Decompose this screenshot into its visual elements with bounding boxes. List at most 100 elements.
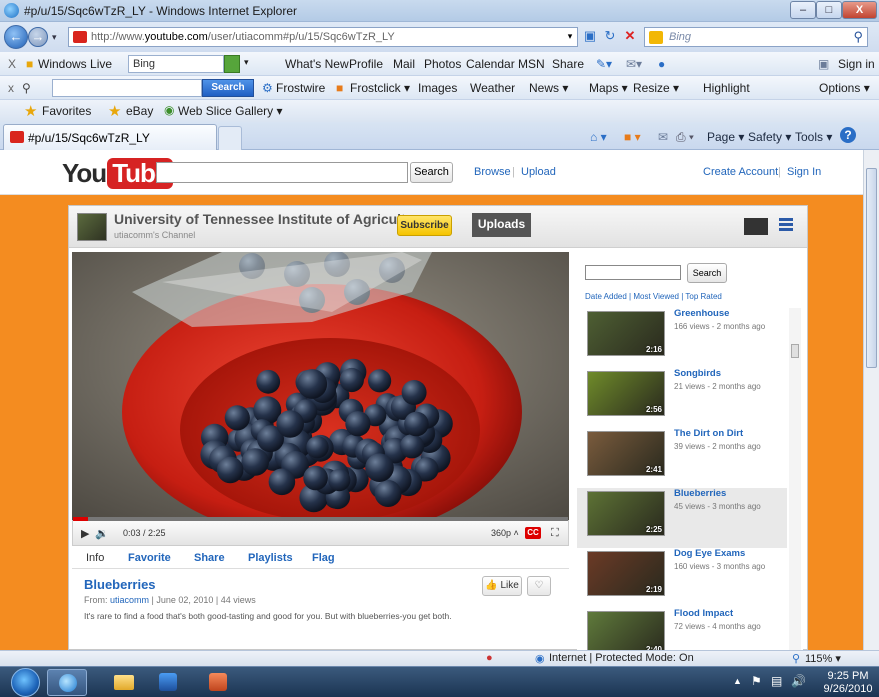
add-favorite-icon[interactable]: ★ <box>108 102 121 120</box>
upload-title[interactable]: Greenhouse <box>674 308 729 319</box>
toolbar2-search-input[interactable] <box>52 79 202 97</box>
page-scroll-thumb[interactable] <box>866 168 877 368</box>
upload-list-item[interactable]: 2:41 The Dirt on Dirt 39 views - 2 months … <box>577 428 787 488</box>
upload-list-item[interactable]: 2:56 Songbirds 21 views - 2 months ago <box>577 368 787 428</box>
author-link[interactable]: utiacomm <box>110 595 149 605</box>
channel-search-button[interactable]: Search <box>687 263 727 283</box>
upload-title[interactable]: Blueberries <box>674 488 726 499</box>
start-button[interactable] <box>11 668 40 697</box>
feeds-icon[interactable]: ■ ▾ <box>624 130 641 144</box>
browse-link[interactable]: Browse <box>474 166 511 178</box>
toolbar2-news[interactable]: News ▾ <box>529 81 568 95</box>
video-thumbnail[interactable]: 2:19 <box>587 551 665 596</box>
channel-title[interactable]: University of Tennessee Institute of Agr… <box>114 211 428 227</box>
live-sign-in-link[interactable]: Sign in <box>838 57 875 71</box>
create-account-link[interactable]: Create Account <box>703 166 778 178</box>
video-frame-blueberries[interactable] <box>72 252 569 520</box>
live-search-input[interactable]: Bing <box>128 55 224 73</box>
tab-favorite[interactable]: Favorite <box>128 552 171 564</box>
toolbar2-search-button[interactable]: Search <box>202 79 254 97</box>
clock-time[interactable]: 9:25 PM <box>821 670 875 682</box>
tools-menu[interactable]: Tools ▾ <box>795 130 832 144</box>
toolbar2-close-icon[interactable]: x <box>8 81 14 95</box>
fullscreen-icon[interactable]: ⛶ <box>551 527 559 540</box>
youtube-search-button[interactable]: Search <box>410 162 453 183</box>
ebay-link[interactable]: eBay <box>126 104 153 118</box>
toolbar2-highlight[interactable]: Highlight <box>703 81 750 95</box>
sort-links[interactable]: Date Added | Most Viewed | Top Rated <box>585 292 722 301</box>
dislike-button[interactable]: ♡ <box>527 576 551 596</box>
like-button[interactable]: 👍 Like <box>482 576 522 596</box>
back-button[interactable]: ← <box>4 25 28 49</box>
compatibility-view-icon[interactable]: ▣ <box>580 27 600 47</box>
video-thumbnail[interactable]: 2:41 <box>587 431 665 476</box>
close-button[interactable]: X <box>842 1 877 19</box>
taskbar-media-player[interactable] <box>148 669 188 696</box>
channel-search-input[interactable] <box>585 265 681 280</box>
upload-list-item[interactable]: 2:16 Greenhouse 166 views - 2 months ago <box>577 308 787 368</box>
home-icon[interactable]: ⌂ ▾ <box>590 130 607 144</box>
settings-icon[interactable]: ▣ <box>818 57 829 71</box>
edit-icon[interactable]: ✎▾ <box>596 57 612 71</box>
refresh-icon[interactable]: ↻ <box>600 27 620 47</box>
sidebar-scrollbar[interactable] <box>789 308 801 650</box>
taskbar-ie[interactable] <box>47 669 87 696</box>
safety-menu[interactable]: Safety ▾ <box>748 130 791 144</box>
address-field[interactable]: http://www.youtube.com/user/utiacomm#p/u… <box>68 27 578 47</box>
subscribe-button[interactable]: Subscribe <box>397 215 452 236</box>
web-slice-gallery-link[interactable]: Web Slice Gallery ▾ <box>178 104 283 118</box>
browser-tab-active[interactable]: #p/u/15/Sqc6wTzR_LY <box>3 124 217 150</box>
windows-live-label[interactable]: Windows Live <box>38 57 112 71</box>
action-center-icon[interactable]: ⚑ <box>751 674 762 688</box>
play-button[interactable]: ▶ <box>81 527 89 540</box>
live-dropdown-icon[interactable]: ▾ <box>244 57 249 68</box>
toolbar2-weather[interactable]: Weather <box>470 81 515 95</box>
network-icon[interactable]: ▤ <box>771 674 782 688</box>
live-search-go-button[interactable] <box>224 55 240 73</box>
new-tab-button[interactable] <box>218 126 242 150</box>
zoom-level[interactable]: 115% ▾ <box>805 652 841 665</box>
minimize-button[interactable]: – <box>790 1 816 19</box>
volume-tray-icon[interactable]: 🔊 <box>791 674 806 688</box>
uploads-tab[interactable]: Uploads <box>472 213 531 237</box>
upload-link[interactable]: Upload <box>521 166 556 178</box>
upload-title[interactable]: Dog Eye Exams <box>674 548 745 559</box>
search-icon[interactable]: ⚲ <box>853 29 863 45</box>
toolbar2-maps[interactable]: Maps ▾ <box>589 81 628 95</box>
tab-flag[interactable]: Flag <box>312 552 335 564</box>
volume-icon[interactable]: 🔉 <box>95 527 109 540</box>
history-dropdown-icon[interactable]: ▾ <box>52 32 57 43</box>
upload-list-item[interactable]: 2:25 Blueberries 45 views - 3 months ago <box>577 488 787 548</box>
video-thumbnail[interactable]: 2:25 <box>587 491 665 536</box>
show-hidden-icons[interactable]: ▲ <box>733 676 742 686</box>
print-icon[interactable]: ⎙ ▾ <box>676 130 694 145</box>
video-thumbnail[interactable]: 2:40 <box>587 611 665 650</box>
page-scrollbar[interactable] <box>863 150 879 650</box>
toolbar2-options[interactable]: Options ▾ <box>819 81 870 95</box>
page-menu[interactable]: Page ▾ <box>707 130 744 144</box>
quality-selector[interactable]: 360p ˄ <box>491 528 519 538</box>
toolbar-close-icon[interactable]: X <box>8 57 16 71</box>
player-view-icon[interactable] <box>744 218 768 235</box>
upload-list-item[interactable]: 2:19 Dog Eye Exams 160 views - 3 months ag… <box>577 548 787 608</box>
captions-button[interactable]: CC <box>525 527 541 539</box>
channel-avatar[interactable] <box>77 213 107 241</box>
taskbar-explorer[interactable] <box>104 669 144 696</box>
toolbar2-frostwire[interactable]: Frostwire <box>276 81 325 95</box>
forward-button[interactable]: → <box>28 27 48 47</box>
taskbar-powerpoint[interactable] <box>198 669 238 696</box>
live-item-msn[interactable]: MSN <box>518 57 545 71</box>
sign-in-link[interactable]: Sign In <box>787 166 821 178</box>
upload-title[interactable]: Songbirds <box>674 368 721 379</box>
toolbar2-images[interactable]: Images <box>418 81 457 95</box>
progress-bar[interactable] <box>73 517 568 521</box>
live-item-calendar[interactable]: Calendar <box>466 57 515 71</box>
tab-playlists[interactable]: Playlists <box>248 552 293 564</box>
help-icon[interactable]: ? <box>840 127 856 143</box>
video-title[interactable]: Blueberries <box>84 577 156 592</box>
popup-blocker-icon[interactable]: ● <box>486 652 493 664</box>
read-mail-icon[interactable]: ✉ <box>658 130 668 144</box>
video-thumbnail[interactable]: 2:16 <box>587 311 665 356</box>
favorites-button[interactable]: Favorites <box>42 104 91 118</box>
video-thumbnail[interactable]: 2:56 <box>587 371 665 416</box>
